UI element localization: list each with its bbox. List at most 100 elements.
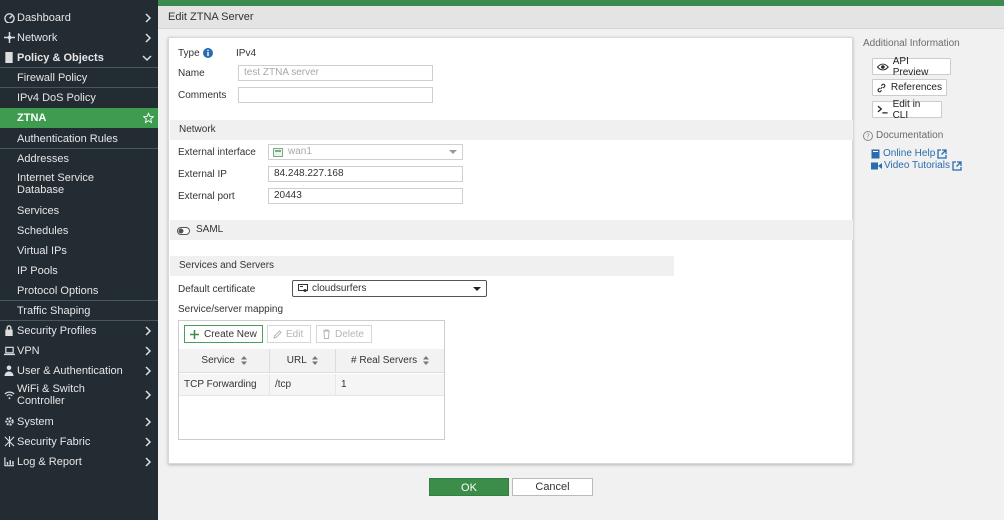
service-mapping-table: Create New Edit Delete Service URL # Rea… [178,320,445,440]
chevron-right-icon [145,365,152,376]
edit-in-cli-button[interactable]: Edit in CLI [872,98,942,121]
documentation-title: Documentation [876,130,944,141]
sidebar: Dashboard Network Policy & Objects Firew… [0,0,158,520]
sidebar-item-label-wrap: WiFi & Switch Controller [17,383,158,407]
online-help-link[interactable]: Online Help [871,148,947,159]
delete-button[interactable]: Delete [316,325,372,343]
video-tutorials-link[interactable]: Video Tutorials [871,160,962,171]
sort-icon [312,355,319,365]
sidebar-item-label: Authentication Rules [17,132,118,145]
gear-icon [3,416,15,428]
divider [0,148,158,149]
laptop-icon [3,345,15,357]
sidebar-item-label: Log & Report [17,455,82,468]
chevron-right-icon [145,390,152,400]
sidebar-item-security-fabric[interactable]: Security Fabric [0,434,158,449]
chevron-right-icon [145,456,152,467]
video-icon [871,162,882,169]
delete-label: Delete [335,328,364,340]
sidebar-item-label: VPN [17,344,40,357]
chevron-down-icon [473,287,481,291]
wifi-icon [3,389,15,401]
external-link-icon [937,148,947,159]
plus-icon [190,329,199,339]
cell-real-servers: 1 [336,374,444,396]
sidebar-item-authentication-rules[interactable]: Authentication Rules [0,131,158,146]
sidebar-item-ipv4-dos-policy[interactable]: IPv4 DoS Policy [0,90,158,105]
sidebar-item-firewall-policy[interactable]: Firewall Policy [0,70,158,85]
name-field[interactable]: test ZTNA server [238,65,433,81]
service-mapping-label: Service/server mapping [178,304,284,315]
external-interface-label: External interface [178,147,256,158]
star-icon[interactable] [143,112,154,124]
sidebar-item-wifi-switch-controller[interactable]: WiFi & Switch Controller [0,383,158,407]
external-port-field[interactable]: 20443 [268,188,463,204]
sidebar-item-protocol-options[interactable]: Protocol Options [0,283,158,298]
sidebar-item-user-authentication[interactable]: User & Authentication [0,363,158,378]
external-ip-field[interactable]: 84.248.227.168 [268,166,463,182]
external-ip-label: External IP [178,169,227,180]
column-header-url[interactable]: URL [270,349,336,373]
type-value: IPv4 [236,48,257,59]
dashboard-icon [3,12,15,24]
create-new-label: Create New [204,328,257,340]
chart-icon [3,456,15,468]
edit-form-card: Type IPv4 Name test ZTNA server Comments… [168,37,853,464]
sidebar-item-network[interactable]: Network [0,30,158,45]
network-section-header: Network [170,120,853,140]
comments-field[interactable] [238,87,433,103]
saml-toggle[interactable] [177,226,190,238]
references-button[interactable]: References [872,79,947,96]
sidebar-item-system[interactable]: System [0,414,158,429]
name-label: Name [178,68,205,79]
sidebar-item-ztna[interactable]: ZTNA [0,108,158,128]
sidebar-item-label: WiFi & Switch [17,383,85,395]
info-icon[interactable] [203,48,213,61]
cancel-button[interactable]: Cancel [512,478,593,496]
sidebar-item-ip-pools[interactable]: IP Pools [0,263,158,278]
sidebar-item-services[interactable]: Services [0,203,158,218]
sidebar-item-schedules[interactable]: Schedules [0,223,158,238]
sidebar-item-vpn[interactable]: VPN [0,343,158,358]
network-icon [3,32,15,44]
sidebar-item-internet-service-database[interactable]: Internet Service Database [0,172,158,196]
references-label: References [890,82,942,93]
page-title: Edit ZTNA Server [158,6,1004,29]
sidebar-item-log-report[interactable]: Log & Report [0,454,158,469]
sidebar-item-label: Addresses [17,152,69,165]
sidebar-item-label: IP Pools [17,264,58,277]
default-certificate-label: Default certificate [178,284,256,295]
edit-label: Edit [286,328,304,340]
external-interface-select[interactable]: wan1 [268,144,463,160]
create-new-button[interactable]: Create New [184,325,263,343]
svg-text:?: ? [866,132,870,140]
external-link-icon [952,160,962,171]
api-preview-button[interactable]: API Preview [872,56,951,78]
ok-button[interactable]: OK [429,478,509,496]
sidebar-item-addresses[interactable]: Addresses [0,151,158,166]
chevron-right-icon [145,12,152,23]
divider [0,87,158,88]
sidebar-item-policy-objects[interactable]: Policy & Objects [0,50,158,65]
divider [0,67,158,68]
online-help-label: Online Help [883,148,936,159]
column-header-real-servers[interactable]: # Real Servers [336,349,444,373]
sidebar-item-virtual-ips[interactable]: Virtual IPs [0,243,158,258]
sidebar-item-traffic-shaping[interactable]: Traffic Shaping [0,303,158,318]
column-header-label: # Real Servers [351,355,418,366]
default-certificate-select[interactable]: cloudsurfers [292,280,487,297]
edit-button[interactable]: Edit [267,325,311,343]
external-interface-value: wan1 [288,146,312,157]
cell-url: /tcp [270,374,336,396]
edit-in-cli-label: Edit in CLI [892,98,921,121]
column-header-service[interactable]: Service [179,349,270,373]
divider [0,300,158,301]
external-port-label: External port [178,191,235,202]
divider [0,320,158,321]
services-section-header: Services and Servers [170,256,674,276]
chevron-down-icon [449,150,457,154]
sidebar-item-security-profiles[interactable]: Security Profiles [0,323,158,338]
sidebar-item-dashboard[interactable]: Dashboard [0,10,158,25]
help-icon: ? [863,130,873,141]
chevron-right-icon [145,416,152,427]
